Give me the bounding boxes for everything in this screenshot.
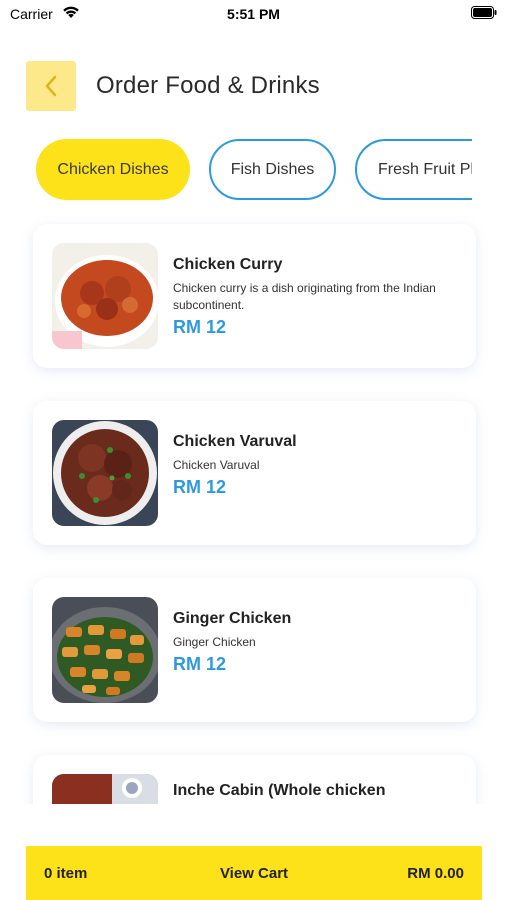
status-bar: Carrier 5:51 PM (0, 0, 507, 30)
menu-item-card[interactable]: Chicken Curry Chicken curry is a dish or… (33, 224, 476, 368)
page-title: Order Food & Drinks (96, 72, 320, 99)
item-name: Ginger Chicken (173, 610, 292, 627)
item-price: RM 12 (173, 317, 227, 337)
tab-fish-dishes[interactable]: Fish Dishes (209, 139, 336, 200)
item-price: RM 12 (173, 654, 227, 674)
chicken-varuval-image (52, 420, 158, 526)
item-name: Chicken Curry (173, 256, 283, 273)
menu-item-card[interactable]: Inche Cabin (Whole chicken (33, 755, 476, 804)
status-time: 5:51 PM (227, 6, 280, 22)
menu-list: Chicken Curry Chicken curry is a dish or… (0, 210, 507, 804)
item-name: Chicken Varuval (173, 433, 297, 450)
tab-fresh-fruit[interactable]: Fresh Fruit Pl (355, 139, 472, 200)
tab-chicken-dishes[interactable]: Chicken Dishes (36, 139, 190, 200)
menu-item-card[interactable]: Ginger Chicken Ginger Chicken RM 12 (33, 578, 476, 722)
cart-total: RM 0.00 (407, 864, 464, 882)
item-description: Chicken curry is a dish originating from… (173, 281, 436, 312)
battery-icon (471, 6, 497, 19)
cart-bar[interactable]: 0 item View Cart RM 0.00 (26, 846, 482, 900)
category-tabs: Chicken Dishes Fish Dishes Fresh Fruit P… (0, 139, 472, 201)
ginger-chicken-image (52, 597, 158, 703)
back-button[interactable] (26, 61, 76, 111)
item-price: RM 12 (173, 477, 227, 497)
inche-cabin-image (52, 774, 158, 804)
item-description: Ginger Chicken (173, 635, 256, 649)
chevron-left-icon (45, 75, 57, 97)
menu-item-card[interactable]: Chicken Varuval Chicken Varuval RM 12 (33, 401, 476, 545)
item-description: Chicken Varuval (173, 458, 260, 472)
item-name: Inche Cabin (Whole chicken (173, 782, 386, 799)
chicken-curry-image (52, 243, 158, 349)
